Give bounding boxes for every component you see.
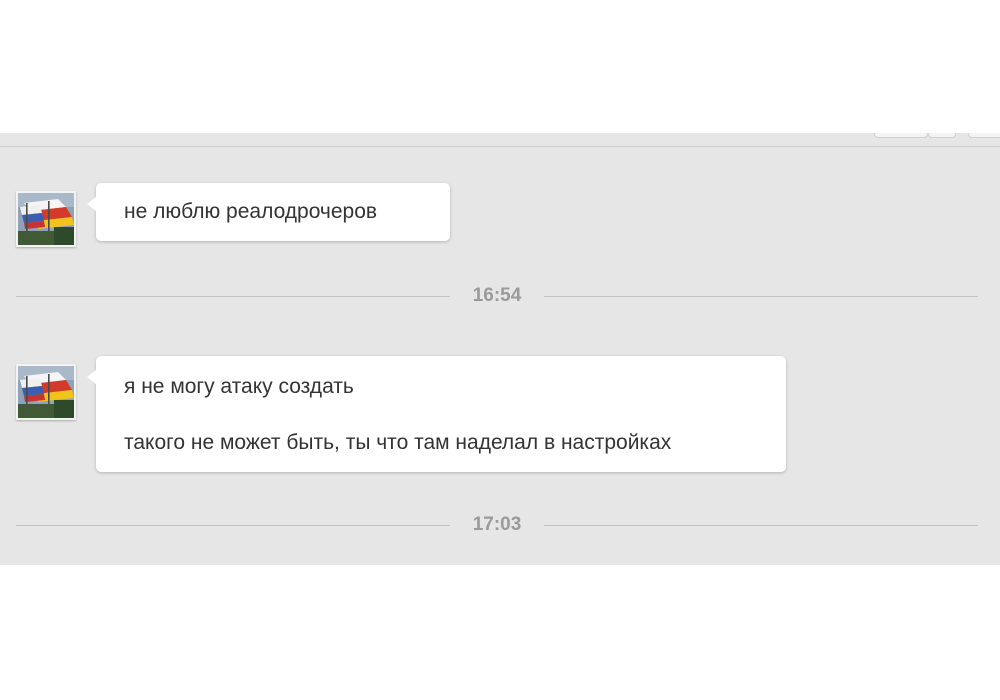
timestamp-separator: 16:54: [16, 286, 978, 306]
separator-line: [16, 296, 450, 297]
bubble-tail: [87, 370, 96, 384]
chat-history[interactable]: не люблю реалодрочеров 16:54 я не могу а…: [0, 133, 1000, 565]
separator-line: [544, 525, 978, 526]
flag-avatar-icon[interactable]: [16, 364, 76, 420]
bubble-tail: [87, 197, 96, 211]
message-text: я не могу атаку создать: [124, 375, 354, 398]
toolbar-tab-button[interactable]: [968, 133, 1000, 138]
flag-avatar-icon[interactable]: [16, 191, 76, 247]
message-bubble: не люблю реалодрочеров: [87, 183, 450, 241]
timestamp-separator: 17:03: [16, 515, 978, 535]
toolbar-tab-button[interactable]: [874, 133, 928, 138]
message-text: такого не может быть, ты что там наделал…: [124, 431, 672, 454]
timestamp: 16:54: [472, 285, 522, 306]
timestamp: 17:03: [472, 514, 522, 535]
header-divider: [0, 146, 1000, 147]
page: не люблю реалодрочеров 16:54 я не могу а…: [0, 0, 1000, 700]
message-bubble: я не могу атаку создать такого не может …: [87, 356, 786, 472]
message-text: не люблю реалодрочеров: [124, 200, 378, 223]
separator-line: [544, 296, 978, 297]
separator-line: [16, 525, 450, 526]
toolbar-tab-button[interactable]: [928, 133, 956, 138]
